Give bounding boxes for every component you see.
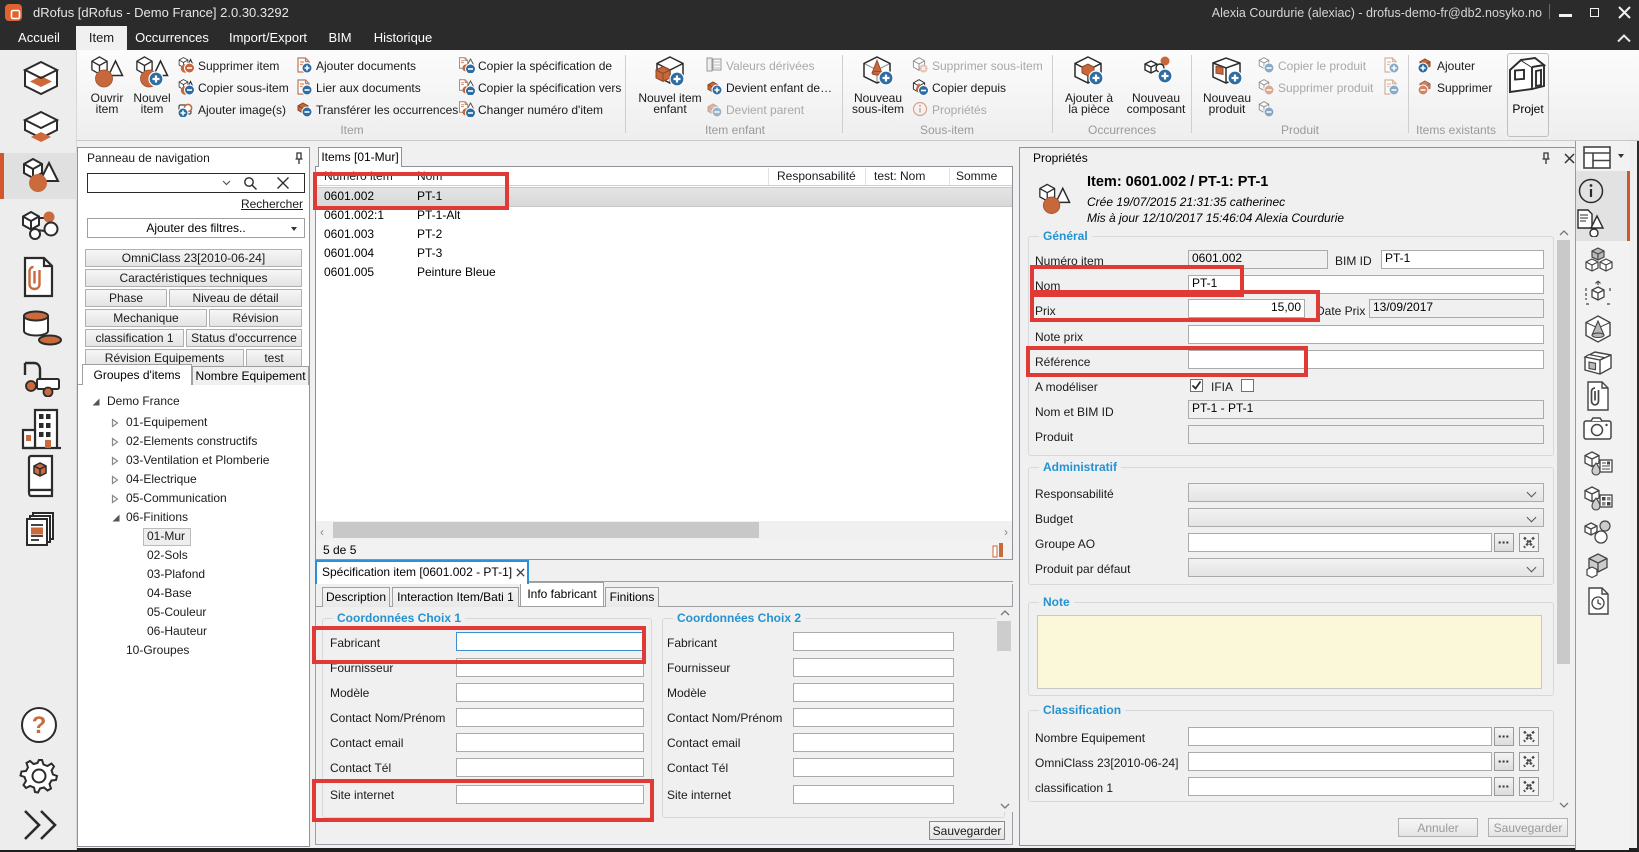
svg-text:?: ? — [32, 712, 47, 739]
